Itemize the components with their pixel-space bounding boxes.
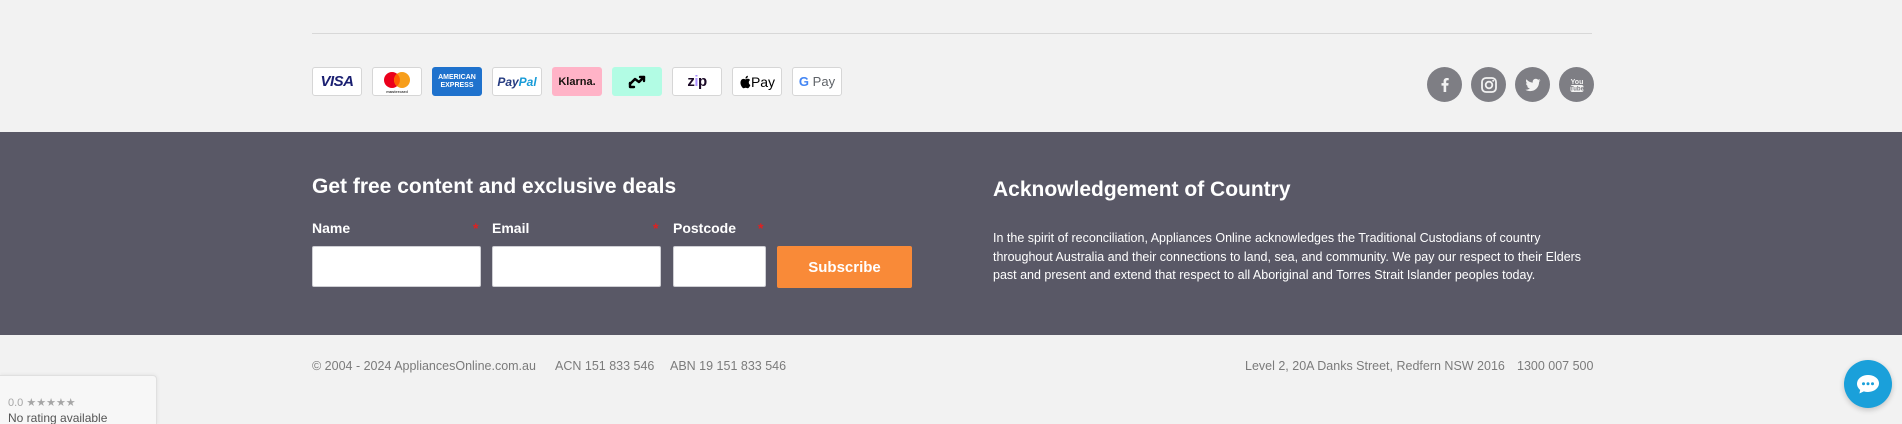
twitter-icon[interactable]: [1515, 67, 1550, 102]
payment-methods: VISA mastercard AMERICAN EXPRESS Pay Pal …: [312, 67, 842, 96]
instagram-icon[interactable]: [1471, 67, 1506, 102]
address-text: Level 2, 20A Danks Street, Redfern NSW 2…: [1245, 359, 1505, 373]
svg-text:You: You: [1570, 79, 1583, 86]
clearpay-logo: [612, 67, 662, 96]
apple-icon: [740, 75, 751, 88]
paypal-pal: Pal: [518, 74, 537, 89]
rating-score-value: 0.0: [8, 397, 24, 409]
newsletter-title: Get free content and exclusive deals: [312, 175, 677, 198]
klarna-text: Klarna.: [558, 75, 596, 88]
visa-text: VISA: [320, 73, 354, 90]
google-pay-text: Pay: [812, 74, 836, 89]
abn-text: ABN 19 151 833 546: [670, 359, 787, 373]
apple-pay-text: Pay: [750, 73, 776, 90]
zip-z: z: [687, 73, 695, 90]
acn-text: ACN 151 833 546: [555, 359, 655, 373]
clearpay-icon: [628, 75, 646, 88]
mastercard-icon: mastercard: [384, 71, 410, 94]
phone-text[interactable]: 1300 007 500: [1517, 359, 1593, 373]
rating-score: 0.0 ★★★★★: [8, 396, 76, 409]
social-links: You Tube: [1427, 67, 1594, 102]
name-input[interactable]: [312, 246, 481, 287]
postcode-label: Postcode: [673, 220, 737, 236]
rating-widget[interactable]: 0.0 ★★★★★ No rating available: [0, 375, 157, 424]
email-input[interactable]: [492, 246, 661, 287]
zip-p: p: [698, 73, 707, 90]
chat-bubble-icon: [1857, 375, 1879, 394]
acknowledgement-text: In the spirit of reconciliation, Applian…: [993, 231, 1582, 282]
newsletter-band: [0, 132, 1902, 335]
zip-logo: zip: [672, 67, 722, 96]
facebook-icon[interactable]: [1427, 67, 1462, 102]
name-label: Name: [312, 220, 351, 236]
youtube-icon[interactable]: You Tube: [1559, 67, 1594, 102]
mastercard-logo: mastercard: [372, 67, 422, 96]
paypal-pay: Pay: [497, 74, 519, 89]
footer-bottom: [0, 335, 1902, 424]
visa-logo: VISA: [312, 67, 362, 96]
subscribe-button[interactable]: Subscribe: [777, 246, 912, 288]
google-g: G: [798, 74, 810, 89]
rating-status: No rating available: [8, 411, 108, 424]
klarna-logo: Klarna.: [552, 67, 602, 96]
google-pay-logo: G Pay: [792, 67, 842, 96]
postcode-required-marker: *: [758, 220, 764, 236]
chat-button[interactable]: [1844, 360, 1892, 408]
apple-pay-logo: Pay: [732, 67, 782, 96]
acknowledgement-title: Acknowledgement of Country: [993, 178, 1291, 201]
email-required-marker: *: [653, 220, 659, 236]
postcode-input[interactable]: [673, 246, 766, 287]
paypal-logo: Pay Pal: [492, 67, 542, 96]
svg-text:Tube: Tube: [1570, 86, 1585, 92]
copyright-text: © 2004 - 2024 AppliancesOnline.com.au: [312, 359, 536, 373]
footer-top-strip: [0, 0, 1902, 132]
amex-line2: EXPRESS: [440, 81, 474, 89]
email-label: Email: [492, 220, 530, 236]
rating-stars: ★★★★★: [26, 397, 76, 409]
amex-line1: AMERICAN: [438, 73, 476, 81]
mastercard-caption: mastercard: [386, 89, 408, 94]
divider: [312, 33, 1592, 34]
name-required-marker: *: [473, 220, 479, 236]
amex-logo: AMERICAN EXPRESS: [432, 67, 482, 96]
